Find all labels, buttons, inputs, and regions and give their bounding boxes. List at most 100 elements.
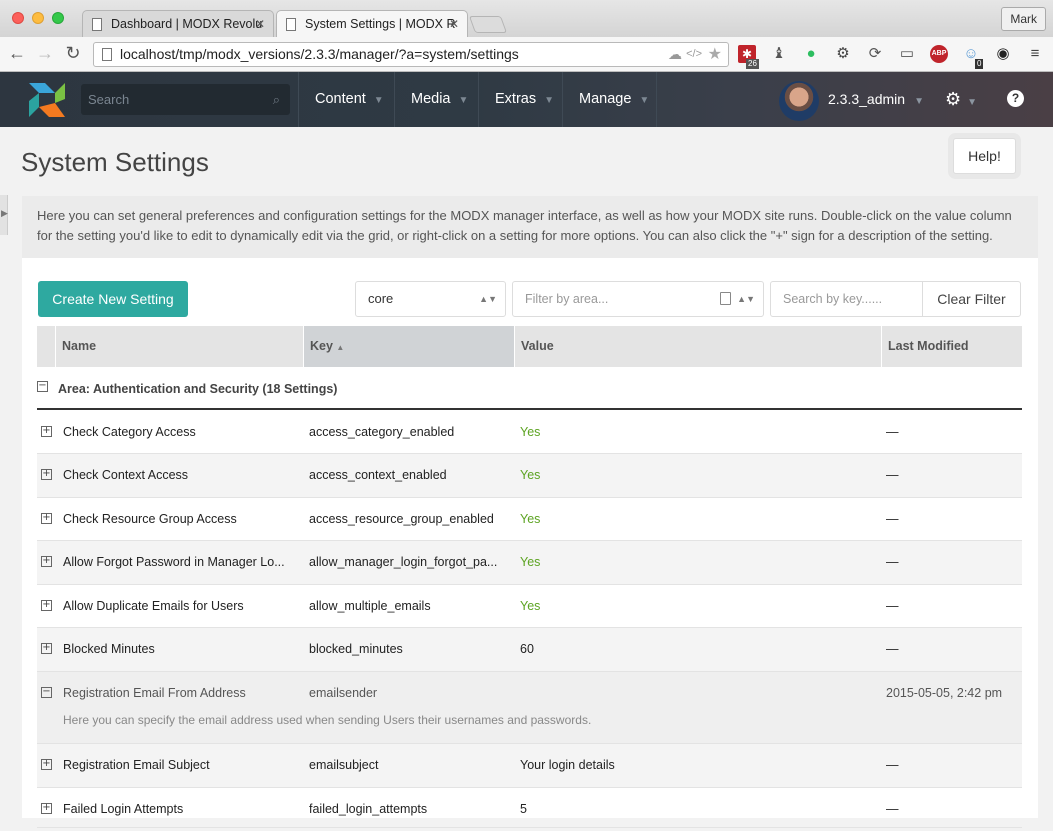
cell-last-modified: — <box>886 468 899 482</box>
table-row[interactable]: + Allow Forgot Password in Manager Lo... a… <box>37 541 1022 585</box>
settings-menu[interactable]: ⚙ ▼ <box>945 72 977 130</box>
area-filter-select[interactable]: Filter by area... ▲▼ <box>512 281 764 317</box>
cell-key: access_category_enabled <box>309 425 455 439</box>
cloud-icon[interactable]: ☁ <box>668 43 682 66</box>
code-icon[interactable]: </> <box>686 43 702 66</box>
chess-icon[interactable]: ♝ <box>770 45 788 63</box>
bookmark-star-icon[interactable]: ★ <box>708 43 722 66</box>
nav-manage[interactable]: Manage ▼ <box>562 72 657 127</box>
table-row[interactable]: + Check Category Access access_category_en… <box>37 411 1022 454</box>
column-value[interactable]: Value <box>514 326 881 367</box>
close-window-button[interactable] <box>12 12 24 24</box>
table-row[interactable]: − Registration Email From Address emailsen… <box>37 672 1022 744</box>
area-placeholder: Filter by area... <box>525 292 609 306</box>
nav-extras[interactable]: Extras ▼ <box>478 72 562 127</box>
search-input[interactable]: Search ⌕ <box>81 84 290 115</box>
namespace-select[interactable]: core ▲▼ <box>355 281 506 317</box>
page-icon <box>102 48 112 61</box>
cell-last-modified: 2015-05-05, 2:42 pm <box>886 686 1003 700</box>
cell-last-modified: — <box>886 512 899 526</box>
cell-value[interactable]: Yes <box>520 498 540 541</box>
new-tab-button[interactable] <box>468 16 508 33</box>
cell-last-modified: — <box>886 555 899 569</box>
group-header[interactable]: − Area: Authentication and Security (18 … <box>37 368 1022 410</box>
nav-label: Manage <box>579 91 632 107</box>
table-row[interactable]: + Check Context Access access_context_enab… <box>37 454 1022 498</box>
create-new-setting-button[interactable]: Create New Setting <box>38 281 188 317</box>
expand-icon[interactable]: + <box>41 759 52 770</box>
user-menu[interactable]: 2.3.3_admin ▼ <box>828 72 924 129</box>
close-icon[interactable]: ✕ <box>449 11 459 37</box>
nav-media[interactable]: Media ▼ <box>394 72 478 127</box>
browser-tab-dashboard[interactable]: Dashboard | MODX Revolu ✕ <box>82 10 274 37</box>
cell-value[interactable]: Yes <box>520 411 540 454</box>
cell-value[interactable]: Yes <box>520 585 540 628</box>
refresh-icon[interactable]: ⟳ <box>866 45 884 63</box>
help-icon[interactable]: ? <box>1007 90 1024 107</box>
maximize-window-button[interactable] <box>52 12 64 24</box>
reload-icon[interactable]: ↻ <box>63 43 83 64</box>
ghostery-badge: 0 <box>975 59 984 69</box>
column-label: Value <box>521 339 554 353</box>
close-icon[interactable]: ✕ <box>255 11 265 37</box>
forward-icon[interactable]: → <box>35 43 55 64</box>
lastpass-badge: 26 <box>746 59 759 69</box>
cell-value[interactable]: 5 <box>520 788 527 831</box>
cell-name: Allow Forgot Password in Manager Lo... <box>63 555 285 569</box>
sort-asc-icon: ▲ <box>336 343 345 352</box>
chevron-down-icon: ▼ <box>639 95 650 106</box>
expand-icon[interactable]: + <box>41 426 52 437</box>
search-by-key-input[interactable]: Search by key...... <box>770 281 923 317</box>
sidebar-toggle[interactable]: ▶ <box>0 195 8 235</box>
column-key[interactable]: Key ▲ <box>303 326 514 367</box>
profile-button[interactable]: Mark <box>1001 7 1046 31</box>
column-name[interactable]: Name <box>55 326 303 367</box>
cell-key: access_resource_group_enabled <box>309 512 494 526</box>
chevron-down-icon: ▼ <box>914 96 924 107</box>
column-last-modified[interactable]: Last Modified <box>881 326 1022 367</box>
expand-icon[interactable]: + <box>41 803 52 814</box>
table-row[interactable]: + Allow Duplicate Emails for Users allow_m… <box>37 585 1022 628</box>
cell-name: Check Category Access <box>63 425 196 439</box>
cell-name: Allow Duplicate Emails for Users <box>63 599 244 613</box>
menu-icon[interactable]: ≡ <box>1026 45 1044 63</box>
cell-value[interactable]: Your login details <box>520 744 615 787</box>
expand-icon[interactable]: + <box>41 643 52 654</box>
cast-icon[interactable]: ▭ <box>898 45 916 63</box>
minimize-window-button[interactable] <box>32 12 44 24</box>
clear-filter-button[interactable]: Clear Filter <box>922 281 1021 317</box>
nav-content[interactable]: Content ▼ <box>298 72 394 127</box>
table-row[interactable]: + Check Resource Group Access access_resou… <box>37 498 1022 541</box>
table-row[interactable]: + Failed Login Attempts failed_login_attem… <box>37 788 1022 828</box>
cell-value[interactable]: 60 <box>520 628 534 671</box>
settings-icon[interactable]: ⚙ <box>834 45 852 63</box>
chevron-right-icon: ▶ <box>1 208 8 218</box>
search-icon[interactable]: ⌕ <box>273 84 280 115</box>
help-button[interactable]: Help! <box>953 138 1016 174</box>
modx-logo-icon[interactable] <box>27 81 67 119</box>
expand-icon[interactable]: + <box>41 556 52 567</box>
collapse-icon[interactable]: − <box>41 687 52 698</box>
table-row[interactable]: + Blocked Minutes blocked_minutes 60 — <box>37 628 1022 672</box>
avatar[interactable] <box>779 81 819 121</box>
eye-icon[interactable]: ◉ <box>994 45 1012 63</box>
url-text: localhost/tmp/modx_versions/2.3.3/manage… <box>120 46 519 62</box>
cell-value[interactable]: Yes <box>520 454 540 497</box>
chevron-down-icon: ▼ <box>373 95 384 106</box>
collapse-icon[interactable]: − <box>37 381 48 392</box>
adblock-icon[interactable]: ABP <box>930 45 948 63</box>
address-bar[interactable]: localhost/tmp/modx_versions/2.3.3/manage… <box>93 42 729 67</box>
expand-icon[interactable]: + <box>41 513 52 524</box>
cell-value[interactable]: Yes <box>520 541 540 584</box>
evernote-icon[interactable]: ● <box>802 45 820 63</box>
browser-tab-system-settings[interactable]: System Settings | MODX R ✕ <box>276 10 468 37</box>
username: 2.3.3_admin <box>828 91 906 107</box>
table-row[interactable]: + Registration Email Subject emailsubject Y… <box>37 744 1022 788</box>
expand-icon[interactable]: + <box>41 600 52 611</box>
group-label: Area: Authentication and Security (18 Se… <box>58 382 338 396</box>
cell-key: emailsender <box>309 686 378 700</box>
gear-icon: ⚙ <box>945 89 962 109</box>
cell-name: Failed Login Attempts <box>63 802 184 816</box>
expand-icon[interactable]: + <box>41 469 52 480</box>
back-icon[interactable]: ← <box>7 43 27 64</box>
